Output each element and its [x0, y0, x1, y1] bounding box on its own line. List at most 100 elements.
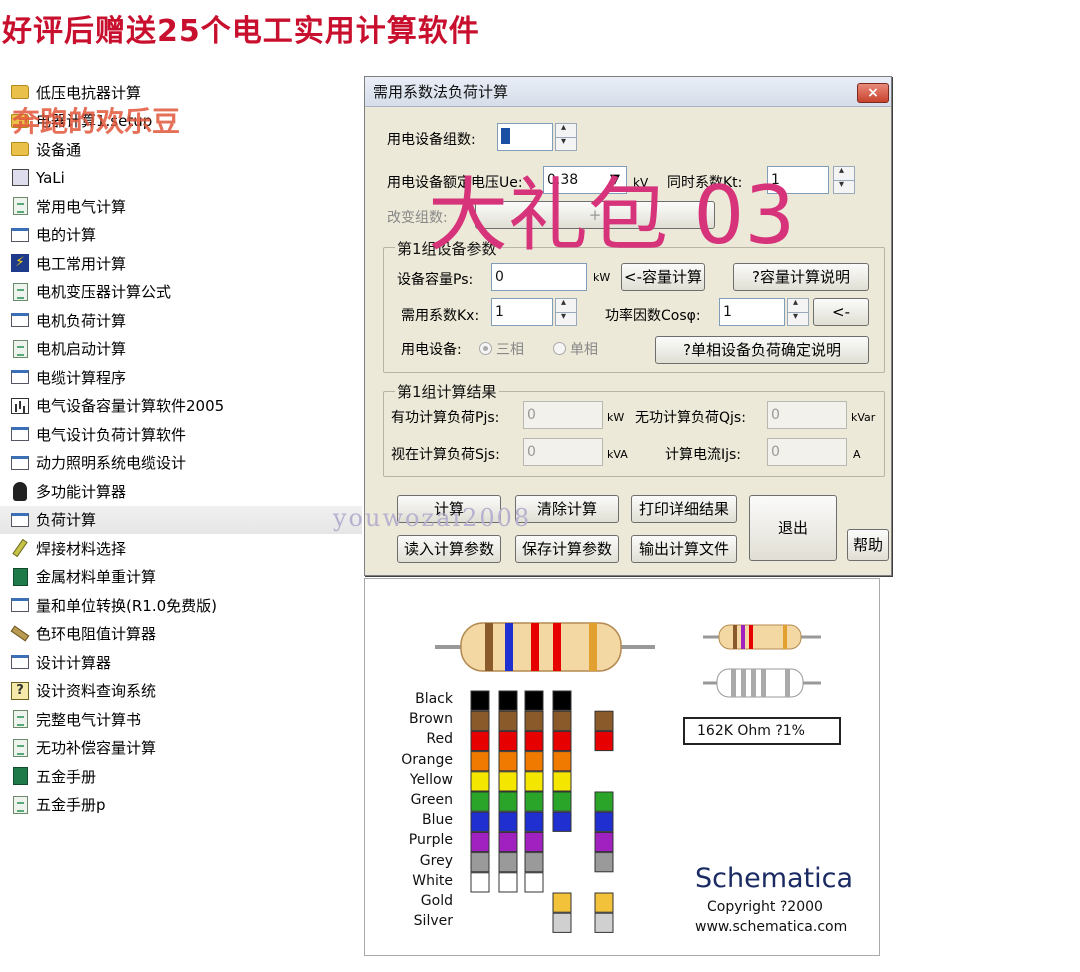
color-name-label: Yellow	[409, 771, 453, 788]
sidebar-item-label: 量和单位转换(R1.0免费版)	[36, 596, 217, 615]
simult-spinner[interactable]	[833, 165, 855, 194]
sidebar-item[interactable]: 动力照明系统电缆设计	[0, 449, 362, 478]
sidebar-item[interactable]: 电气设备容量计算软件2005	[0, 392, 362, 421]
color-swatch[interactable]	[470, 730, 490, 752]
sidebar-item[interactable]: YaLi	[0, 164, 362, 193]
color-swatch[interactable]	[470, 811, 490, 832]
small-resistor-2-body	[716, 668, 804, 698]
pf-input[interactable]: 1	[719, 298, 785, 326]
dialog-title: 需用系数法负荷计算	[373, 83, 509, 101]
group-count-spinner[interactable]	[555, 122, 577, 151]
single-phase-help-button[interactable]: ?单相设备负荷确定说明	[655, 336, 869, 364]
color-swatch[interactable]	[524, 771, 544, 792]
pf-calc-button[interactable]: <-	[813, 298, 869, 326]
color-swatch[interactable]	[552, 690, 572, 711]
color-swatch[interactable]	[498, 872, 518, 893]
color-swatch[interactable]	[498, 690, 518, 711]
color-swatch[interactable]	[470, 831, 490, 853]
sidebar-item-label: 常用电气计算	[36, 197, 127, 216]
color-swatch[interactable]	[470, 791, 490, 812]
color-swatch[interactable]	[498, 852, 518, 873]
demand-spinner[interactable]	[555, 297, 577, 326]
sidebar-item[interactable]: 焊接材料选择	[0, 534, 362, 563]
capacity-input[interactable]: 0	[491, 263, 587, 291]
sidebar-item[interactable]: 电机变压器计算公式	[0, 278, 362, 307]
sidebar-item[interactable]: 金属材料单重计算	[0, 563, 362, 592]
single-phase-radio[interactable]: 单相	[553, 339, 598, 359]
capacity-help-button[interactable]: ?容量计算说明	[733, 263, 869, 291]
group-count-input[interactable]: 1	[497, 123, 553, 151]
color-swatch[interactable]	[594, 892, 614, 913]
sidebar-item[interactable]: 电缆计算程序	[0, 363, 362, 392]
three-phase-radio[interactable]: 三相	[479, 339, 524, 359]
sidebar-item[interactable]: 五金手册	[0, 762, 362, 791]
color-swatch[interactable]	[498, 771, 518, 792]
color-swatch[interactable]	[552, 811, 572, 832]
color-swatch[interactable]	[470, 690, 490, 711]
color-swatch[interactable]	[552, 892, 572, 913]
color-swatch[interactable]	[594, 730, 614, 752]
color-swatch[interactable]	[498, 791, 518, 812]
color-swatch[interactable]	[470, 751, 490, 772]
sidebar-item[interactable]: 设计计算器	[0, 648, 362, 677]
color-swatch[interactable]	[470, 771, 490, 792]
color-swatch[interactable]	[552, 771, 572, 792]
color-swatch[interactable]	[470, 852, 490, 873]
color-swatch[interactable]	[470, 710, 490, 731]
sidebar-item[interactable]: 量和单位转换(R1.0免费版)	[0, 591, 362, 620]
sidebar-item[interactable]: 电机负荷计算	[0, 306, 362, 335]
color-swatch[interactable]	[552, 751, 572, 772]
color-swatch[interactable]	[498, 751, 518, 772]
sidebar-item[interactable]: 色环电阻值计算器	[0, 620, 362, 649]
capacity-calc-button[interactable]: <-容量计算	[621, 263, 705, 291]
color-swatch[interactable]	[594, 912, 614, 933]
color-swatch[interactable]	[524, 811, 544, 832]
color-swatch[interactable]	[552, 710, 572, 731]
color-swatch[interactable]	[524, 710, 544, 731]
sidebar-item[interactable]: ⚡ 电工常用计算	[0, 249, 362, 278]
color-swatch-grid[interactable]	[470, 690, 614, 933]
sidebar-item[interactable]: 电机启动计算	[0, 335, 362, 364]
color-swatch[interactable]	[524, 751, 544, 772]
print-results-button[interactable]: 打印详细结果	[631, 495, 737, 523]
color-swatch[interactable]	[594, 710, 614, 731]
export-file-button[interactable]: 输出计算文件	[631, 535, 737, 563]
color-swatch[interactable]	[524, 791, 544, 812]
sidebar-item[interactable]: ? 设计资料查询系统	[0, 677, 362, 706]
color-swatch[interactable]	[594, 811, 614, 832]
sidebar-item[interactable]: 负荷计算	[0, 505, 362, 534]
capacity-label: 设备容量Ps:	[397, 272, 474, 288]
sidebar-item[interactable]: 五金手册p	[0, 791, 362, 820]
color-swatch[interactable]	[498, 730, 518, 752]
demand-input[interactable]: 1	[491, 298, 553, 326]
color-swatch[interactable]	[594, 791, 614, 812]
color-swatch[interactable]	[498, 710, 518, 731]
sidebar-item[interactable]: 电气设计负荷计算软件	[0, 420, 362, 449]
sidebar-item[interactable]: 多功能计算器	[0, 477, 362, 506]
sidebar-item[interactable]: 常用电气计算	[0, 192, 362, 221]
close-button[interactable]: ×	[857, 83, 889, 103]
color-name-label: Blue	[422, 812, 453, 829]
color-swatch[interactable]	[524, 852, 544, 873]
color-swatch[interactable]	[552, 730, 572, 752]
exit-button[interactable]: 退出	[749, 495, 837, 561]
sidebar-item[interactable]: 无功补偿容量计算	[0, 734, 362, 763]
color-swatch[interactable]	[594, 831, 614, 853]
sidebar-item[interactable]: 电的计算	[0, 221, 362, 250]
color-swatch[interactable]	[594, 852, 614, 873]
color-swatch[interactable]	[524, 872, 544, 893]
color-swatch[interactable]	[552, 791, 572, 812]
color-swatch[interactable]	[470, 872, 490, 893]
color-swatch[interactable]	[524, 730, 544, 752]
color-swatch[interactable]	[498, 811, 518, 832]
pen-icon	[10, 624, 30, 644]
sidebar-item[interactable]: 完整电气计算书	[0, 705, 362, 734]
color-swatch[interactable]	[552, 912, 572, 933]
color-swatch[interactable]	[524, 831, 544, 853]
color-swatch[interactable]	[524, 690, 544, 711]
pf-spinner[interactable]	[787, 297, 809, 326]
load-params-button[interactable]: 读入计算参数	[397, 535, 501, 563]
save-params-button[interactable]: 保存计算参数	[515, 535, 619, 563]
color-swatch[interactable]	[498, 831, 518, 853]
help-button[interactable]: 帮助	[847, 529, 889, 561]
